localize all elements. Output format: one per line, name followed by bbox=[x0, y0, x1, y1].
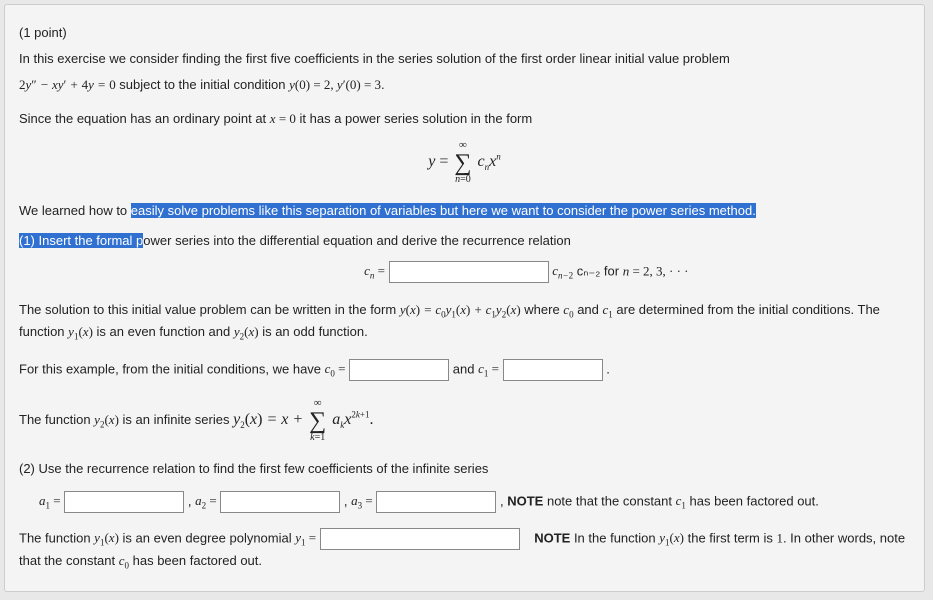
sum-lower: n=0 bbox=[455, 175, 471, 185]
y2inf-t1: The function bbox=[19, 412, 94, 427]
note-text-1: note that the constant bbox=[543, 493, 675, 508]
problem-container: (1 point) In this exercise we consider f… bbox=[4, 4, 925, 592]
y2inf-dot: . bbox=[369, 411, 373, 428]
y1poly-y1: y1(x) bbox=[94, 530, 119, 545]
sol-c1: c1 bbox=[603, 302, 613, 317]
sol-y2: y2(x) bbox=[234, 324, 259, 339]
initial-conditions: y(0) = 2, y′(0) = 3 bbox=[289, 77, 381, 92]
q1-rest: ower series into the differential equati… bbox=[143, 233, 571, 248]
initial-coeff-line: For this example, from the initial condi… bbox=[19, 359, 910, 382]
sigma-icon: ∑ bbox=[454, 151, 471, 175]
c0-input[interactable] bbox=[349, 359, 449, 381]
trailing-period: . bbox=[606, 361, 610, 376]
sol-y1: y1(x) bbox=[68, 324, 93, 339]
solution-form-line: The solution to this initial value probl… bbox=[19, 300, 910, 345]
sum2-lower: k=1 bbox=[310, 433, 325, 443]
note-label-2: NOTE bbox=[534, 530, 570, 545]
ode-equation: 2y″ − xy′ + 4y = 0 bbox=[19, 77, 116, 92]
y1-input[interactable] bbox=[320, 528, 520, 550]
cn-rhs: cn−2 bbox=[552, 263, 573, 278]
for-text: cₙ₋₂ for bbox=[573, 263, 623, 278]
y1poly-t1: The function bbox=[19, 530, 94, 545]
recurrence-input[interactable] bbox=[389, 261, 549, 283]
highlighted-text-1: easily solve problems like this separati… bbox=[131, 203, 756, 218]
a3-input[interactable] bbox=[376, 491, 496, 513]
intro-line: In this exercise we consider finding the… bbox=[19, 49, 910, 69]
a2-label: a2 = bbox=[195, 493, 217, 508]
y1-note-y1: y1(x) bbox=[659, 530, 684, 545]
y1-c0: c0 bbox=[119, 553, 129, 568]
y2inf-t2: is an infinite series bbox=[119, 412, 233, 427]
q2-text: (2) Use the recurrence relation to find … bbox=[19, 461, 488, 476]
sol-eq: y(x) = c0y1(x) + c1y2(x) bbox=[400, 302, 521, 317]
ordinary-eq: x = 0 bbox=[270, 111, 296, 126]
a1-label: a1 = bbox=[39, 493, 61, 508]
sol-c0: c0 bbox=[563, 302, 573, 317]
power-series-formula: y = ∞ ∑ n=0 cnxn bbox=[19, 140, 910, 185]
learned-text: We learned how to bbox=[19, 203, 131, 218]
sol-t5: is an odd function. bbox=[259, 324, 368, 339]
equation-line: 2y″ − xy′ + 4y = 0 subject to the initia… bbox=[19, 75, 910, 95]
note-c1: c1 bbox=[676, 493, 686, 508]
y1-note1: In the function bbox=[570, 530, 659, 545]
n-range: n = 2, 3, · · · bbox=[623, 263, 689, 278]
note-text-2: has been factored out. bbox=[686, 493, 819, 508]
points-label: (1 point) bbox=[19, 25, 67, 40]
recurrence-line: cn = cn−2 cₙ₋₂ for n = 2, 3, · · · bbox=[19, 261, 910, 284]
coeffs-line: a1 = , a2 = , a3 = , NOTE note that the … bbox=[19, 491, 910, 514]
highlighted-text-2: (1) Insert the formal p bbox=[19, 233, 143, 248]
subject-text: subject to the initial condition bbox=[116, 77, 289, 92]
y1-lhs: y1 = bbox=[295, 530, 316, 545]
y2inf-y2: y2(x) bbox=[94, 412, 119, 427]
note-label-1: NOTE bbox=[507, 493, 543, 508]
y1poly-t2: is an even degree polynomial bbox=[119, 530, 295, 545]
q1-line: (1) Insert the formal power series into … bbox=[19, 231, 910, 251]
ordinary-text-1: Since the equation has an ordinary point… bbox=[19, 111, 270, 126]
c0-label: c0 = bbox=[325, 361, 346, 376]
a3-label: a3 = bbox=[351, 493, 373, 508]
a1-input[interactable] bbox=[64, 491, 184, 513]
sol-t2: where bbox=[521, 302, 564, 317]
c1-input[interactable] bbox=[503, 359, 603, 381]
y1-note2: the first term is bbox=[684, 530, 776, 545]
y2-series-line: The function y2(x) is an infinite series… bbox=[19, 398, 910, 443]
ordinary-point-line: Since the equation has an ordinary point… bbox=[19, 109, 910, 129]
y1-poly-line: The function y1(x) is an even degree pol… bbox=[19, 528, 910, 574]
sol-and: and bbox=[574, 302, 603, 317]
cn-lhs: cn = bbox=[364, 263, 385, 278]
comma1: , bbox=[188, 493, 195, 508]
init-and: and bbox=[453, 361, 478, 376]
learned-line: We learned how to easily solve problems … bbox=[19, 201, 910, 221]
sum-upper: ∞ bbox=[459, 140, 467, 151]
sol-t1: The solution to this initial value probl… bbox=[19, 302, 400, 317]
intro-text: In this exercise we consider finding the… bbox=[19, 51, 730, 66]
points-line: (1 point) bbox=[19, 23, 910, 43]
sol-t4: is an even function and bbox=[93, 324, 234, 339]
q2-line: (2) Use the recurrence relation to find … bbox=[19, 459, 910, 479]
sigma2-icon: ∑ bbox=[309, 409, 326, 433]
y1-note4: has been factored out. bbox=[129, 553, 262, 568]
period: . bbox=[381, 77, 385, 92]
ordinary-text-2: it has a power series solution in the fo… bbox=[296, 111, 532, 126]
init-t1: For this example, from the initial condi… bbox=[19, 361, 325, 376]
a2-input[interactable] bbox=[220, 491, 340, 513]
c1-label: c1 = bbox=[478, 361, 499, 376]
